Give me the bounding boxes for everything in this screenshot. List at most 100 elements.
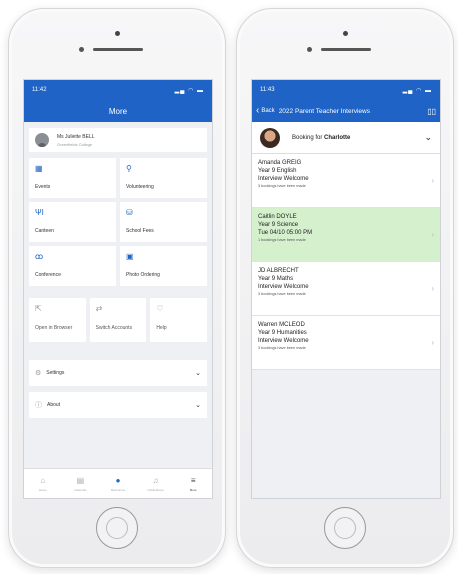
- signal-wifi-battery-icon: ▂▄ ◠ ▬: [402, 87, 432, 94]
- bell-icon: ♫: [152, 475, 159, 485]
- teacher-subject: Year 9 Science: [258, 222, 299, 228]
- tile-label: Volunteering: [126, 184, 154, 190]
- switch-accounts-icon: ⇄: [95, 304, 103, 313]
- user-name: Ms Juliette BELL: [57, 133, 95, 140]
- help-icon: ♡: [156, 304, 164, 313]
- teacher-row[interactable]: JD ALBRECHT Year 9 Maths Interview Welco…: [252, 262, 440, 316]
- info-icon: ⓘ: [35, 402, 42, 409]
- status-bar: 11:43 ▂▄ ◠ ▬: [252, 80, 440, 100]
- bookings-count: 3 bookings have been made: [258, 184, 306, 188]
- back-label: Back: [261, 108, 275, 114]
- bookings-count: 3 bookings have been made: [258, 346, 306, 350]
- open-browser-icon: ⇱: [35, 304, 42, 313]
- avatar: [35, 133, 49, 147]
- chevron-down-icon: ⌄: [195, 370, 201, 377]
- page-title: 2022 Parent Teacher Interviews: [278, 107, 370, 115]
- chevron-left-icon: ‹: [256, 105, 260, 116]
- tab-label: Home: [38, 487, 47, 492]
- student-avatar: [260, 127, 280, 148]
- home-button[interactable]: [324, 507, 366, 549]
- about-expander[interactable]: ⓘ About ⌄: [29, 392, 207, 418]
- home-button-inner: [334, 517, 356, 539]
- more-screen: 11:42 ▂▄ ◠ ▬ More Ms Juliette BELL Green…: [23, 79, 213, 499]
- interview-status: Tue 04/10 05:00 PM: [258, 230, 313, 236]
- interviews-screen: 11:43 ▂▄ ◠ ▬ ‹ Back 2022 Parent Teacher …: [251, 79, 441, 499]
- tile-school-fees[interactable]: ⛁ School Fees: [120, 202, 207, 242]
- back-button[interactable]: ‹ Back: [256, 106, 279, 116]
- tab-label: Calendar: [74, 487, 87, 492]
- home-button[interactable]: [96, 507, 138, 549]
- tile-open-in-browser[interactable]: ⇱ Open in Browser: [29, 298, 86, 342]
- tab-calendar[interactable]: ▤ Calendar: [62, 469, 100, 498]
- status-time: 11:43: [260, 87, 275, 93]
- home-button-inner: [106, 517, 128, 539]
- teacher-name: Warren MCLEOD: [258, 322, 305, 328]
- tab-label: Notifications: [147, 487, 164, 492]
- sensor-dot: [79, 47, 84, 52]
- photo-ordering-icon: ▣: [126, 252, 134, 261]
- chevron-right-icon: ›: [431, 176, 434, 185]
- status-bar: 11:42 ▂▄ ◠ ▬: [24, 80, 212, 100]
- tile-conference[interactable]: ꝏ Conference: [29, 246, 116, 286]
- tab-more[interactable]: ≡ More: [174, 469, 212, 498]
- booking-label: Booking for Charlotte: [292, 135, 424, 141]
- settings-label: Settings: [46, 370, 65, 376]
- right-phone: 11:43 ▂▄ ◠ ▬ ‹ Back 2022 Parent Teacher …: [236, 8, 454, 568]
- speaker-grille: [321, 48, 371, 51]
- chevron-down-icon: ⌄: [195, 402, 201, 409]
- about-label: About: [47, 402, 61, 408]
- teacher-subject: Year 9 English: [258, 168, 297, 174]
- booking-selector[interactable]: Booking for Charlotte ⌄: [252, 122, 440, 154]
- gear-icon: ⚙: [35, 370, 42, 377]
- booking-prefix: Booking for: [292, 134, 323, 141]
- camera-dot: [115, 31, 120, 36]
- feature-tiles: ▦ Events ⚲ Volunteering ΨI Canteen ⛁ Sch…: [29, 158, 207, 286]
- status-time: 11:42: [32, 87, 47, 93]
- chevron-right-icon: ›: [431, 338, 434, 347]
- tile-label: Canteen: [35, 228, 54, 234]
- settings-expander[interactable]: ⚙ Settings ⌄: [29, 360, 207, 386]
- sensor-dot: [307, 47, 312, 52]
- teacher-row[interactable]: Warren MCLEOD Year 9 Humanities Intervie…: [252, 316, 440, 370]
- home-icon: ⌂: [40, 475, 46, 485]
- left-phone: 11:42 ▂▄ ◠ ▬ More Ms Juliette BELL Green…: [8, 8, 226, 568]
- volunteering-icon: ⚲: [126, 164, 132, 173]
- tile-label: School Fees: [126, 228, 154, 234]
- calendar-icon: ▦: [35, 164, 43, 173]
- tile-canteen[interactable]: ΨI Canteen: [29, 202, 116, 242]
- tab-bar: ⌂ Home ▤ Calendar ● Resources ♫ Notifica…: [24, 468, 212, 498]
- calendar-icon: ▤: [76, 475, 85, 485]
- tile-photo-ordering[interactable]: ▣ Photo Ordering: [120, 246, 207, 286]
- teacher-row[interactable]: Amanda GREIG Year 9 English Interview We…: [252, 154, 440, 208]
- tab-home[interactable]: ⌂ Home: [24, 469, 62, 498]
- bookings-count: 1 bookings have been made: [258, 238, 306, 242]
- school-fees-icon: ⛁: [126, 208, 133, 217]
- conference-icon: ꝏ: [35, 252, 44, 261]
- tile-label: Events: [35, 184, 51, 190]
- teacher-subject: Year 9 Humanities: [258, 330, 307, 336]
- teacher-name: Amanda GREIG: [258, 160, 302, 166]
- tile-label: Conference: [35, 272, 61, 278]
- add-icon: ●: [115, 475, 121, 485]
- tile-switch-accounts[interactable]: ⇄ Switch Accounts: [89, 298, 147, 342]
- user-school: Greenfields College: [57, 141, 93, 147]
- page-title: More: [24, 100, 212, 122]
- menu-icon: ≡: [190, 475, 196, 485]
- tab-label: Resources: [110, 487, 126, 492]
- speaker-grille: [93, 48, 143, 51]
- interview-status: Interview Welcome: [258, 284, 309, 290]
- booking-student-name: Charlotte: [324, 134, 351, 141]
- tile-events[interactable]: ▦ Events: [29, 158, 116, 198]
- tab-resources[interactable]: ● Resources: [99, 469, 137, 498]
- book-icon[interactable]: ▯▯: [427, 107, 436, 116]
- interview-status: Interview Welcome: [258, 338, 309, 344]
- camera-dot: [343, 31, 348, 36]
- tile-help[interactable]: ♡ Help: [150, 298, 207, 342]
- tile-label: Help: [156, 325, 167, 331]
- tile-volunteering[interactable]: ⚲ Volunteering: [120, 158, 207, 198]
- chevron-right-icon: ›: [431, 284, 434, 293]
- nav-bar: ‹ Back 2022 Parent Teacher Interviews ▯▯: [252, 100, 440, 122]
- teacher-row[interactable]: Caitlin DOYLE Year 9 Science Tue 04/10 0…: [252, 208, 440, 262]
- user-card[interactable]: Ms Juliette BELL Greenfields College: [29, 128, 207, 152]
- tab-notifications[interactable]: ♫ Notifications: [137, 469, 175, 498]
